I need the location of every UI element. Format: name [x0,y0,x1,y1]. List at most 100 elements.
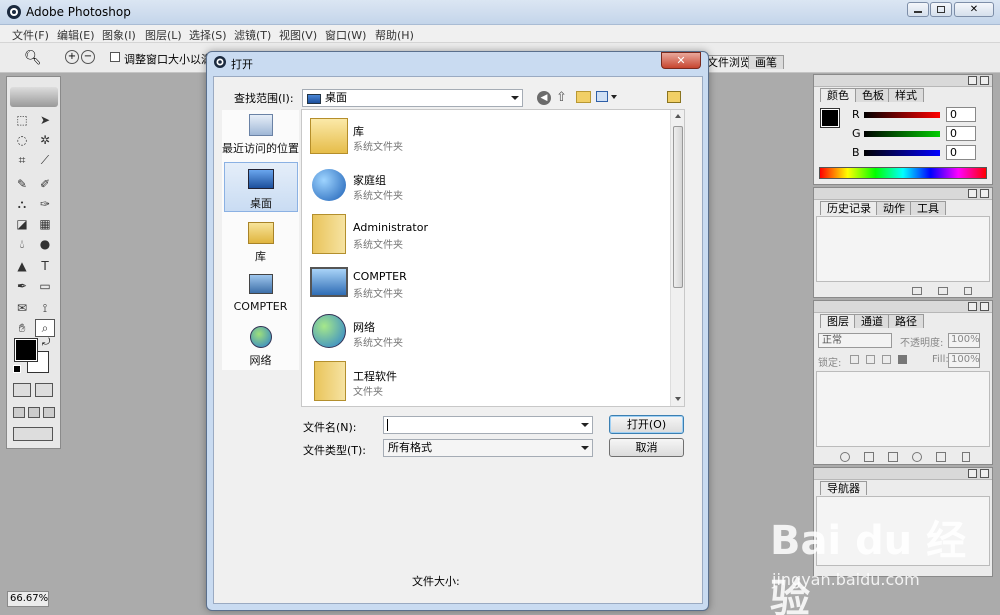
trash-icon[interactable] [964,287,972,295]
file-item[interactable]: 网络 系统文件夹 [306,310,666,356]
restore-button[interactable] [930,2,952,17]
fill-field[interactable]: 100% [948,353,980,368]
tab-swatches[interactable]: 色板 [855,88,891,102]
menu-layer[interactable]: 图层(L) [145,27,182,43]
zoom-out-icon[interactable]: − [81,50,95,64]
close-button[interactable]: ✕ [954,2,994,17]
brush-tool-icon[interactable]: ✐ [35,175,55,193]
healing-brush-tool-icon[interactable]: ✎ [12,175,32,193]
magic-wand-tool-icon[interactable]: ✲ [35,131,55,149]
place-desktop[interactable]: 桌面 [224,162,298,212]
gradient-tool-icon[interactable]: ▦ [35,215,55,233]
type-tool-icon[interactable]: T [35,257,55,275]
lock-image-icon[interactable] [866,355,875,364]
channel-g-track[interactable] [864,131,940,137]
cancel-button[interactable]: 取消 [609,438,684,457]
dodge-tool-icon[interactable]: ● [35,235,55,253]
menu-help[interactable]: 帮助(H) [375,27,414,43]
panel-minimize-button[interactable] [968,469,977,478]
tab-layers[interactable]: 图层 [820,314,856,328]
delete-layer-icon[interactable] [962,452,970,462]
tab-channels[interactable]: 通道 [854,314,890,328]
eyedropper-tool-icon[interactable]: ⟟ [35,299,55,317]
filename-input[interactable] [383,416,593,434]
new-layer-icon[interactable] [936,452,946,462]
adjustment-layer-icon[interactable] [912,452,922,462]
clone-stamp-tool-icon[interactable]: ⛬ [12,195,32,213]
slice-tool-icon[interactable]: ⟋ [35,151,55,169]
pen-tool-icon[interactable]: ✒ [12,277,32,295]
screen-mode-standard-icon[interactable] [13,407,25,418]
foreground-color-swatch[interactable] [14,338,38,362]
menu-image[interactable]: 图象(I) [102,27,136,43]
scrollbar-thumb[interactable] [673,126,683,288]
zoom-tool-icon[interactable]: ⌕ [35,319,55,337]
scroll-down-arrow[interactable] [675,397,681,401]
new-set-icon[interactable] [888,452,898,462]
channel-r-field[interactable]: 0 [946,107,976,122]
tab-paths[interactable]: 路径 [888,314,924,328]
screen-mode-full-menu-icon[interactable] [28,407,40,418]
view-menu-icon[interactable] [596,91,618,103]
menu-edit[interactable]: 编辑(E) [57,27,95,43]
dialog-close-button[interactable]: ✕ [661,52,701,69]
filetype-select[interactable]: 所有格式 [383,439,593,457]
layer-mask-icon[interactable] [864,452,874,462]
zoom-tool-icon[interactable]: 🔍︎ [24,50,42,66]
panel-close-button[interactable] [980,302,989,311]
panel-close-button[interactable] [980,189,989,198]
file-item[interactable]: 库 系统文件夹 [306,114,666,160]
tab-actions[interactable]: 动作 [876,201,912,215]
move-tool-icon[interactable]: ➤ [35,111,55,129]
panel-close-button[interactable] [980,469,989,478]
swap-colors-icon[interactable]: ⤾ [42,337,50,348]
quick-mask-mode-icon[interactable] [35,383,53,397]
eraser-tool-icon[interactable]: ◪ [12,215,32,233]
panel-minimize-button[interactable] [968,76,977,85]
shape-tool-icon[interactable]: ▭ [35,277,55,295]
new-snapshot-icon[interactable] [912,287,922,295]
panel-minimize-button[interactable] [968,302,977,311]
marquee-tool-icon[interactable]: ⬚ [12,111,32,129]
layer-style-icon[interactable] [840,452,850,462]
menu-select[interactable]: 选择(S) [189,27,227,43]
standard-mode-icon[interactable] [13,383,31,397]
zoom-in-icon[interactable]: + [65,50,79,64]
file-item[interactable]: 家庭组 系统文件夹 [306,163,666,209]
place-computer[interactable]: COMPTER [222,274,299,319]
menu-window[interactable]: 窗口(W) [325,27,366,43]
tab-brushes[interactable]: 画笔 [748,55,784,69]
crop-tool-icon[interactable]: ⌗ [12,151,32,169]
blur-tool-icon[interactable]: 💧︎ [12,235,32,253]
look-in-select[interactable]: 桌面 [302,89,523,107]
lasso-tool-icon[interactable]: ◌ [12,131,32,149]
channel-g-field[interactable]: 0 [946,126,976,141]
minimize-button[interactable] [907,2,929,17]
opacity-field[interactable]: 100% [948,333,980,348]
back-icon[interactable]: ◀ [537,91,551,105]
screen-mode-full-icon[interactable] [43,407,55,418]
notes-tool-icon[interactable]: ✉ [12,299,32,317]
desktop-folder-icon[interactable] [667,91,681,103]
file-item[interactable]: 工程软件 文件夹 [306,359,666,405]
menu-filter[interactable]: 滤镜(T) [234,27,271,43]
open-button[interactable]: 打开(O) [609,415,684,434]
tab-tool-presets[interactable]: 工具 [910,201,946,215]
blend-mode-select[interactable]: 正常 [818,333,892,348]
file-list-scrollbar[interactable] [670,110,684,406]
file-item[interactable]: Administrator 系统文件夹 [306,212,666,258]
new-folder-icon[interactable] [576,91,591,103]
tab-history[interactable]: 历史记录 [820,201,878,215]
jump-to-imageready-icon[interactable] [13,427,53,441]
adobe-online-icon[interactable] [10,87,58,107]
menu-file[interactable]: 文件(F) [12,27,49,43]
color-spectrum-bar[interactable] [819,167,987,179]
place-recent[interactable]: 最近访问的位置 [222,114,299,159]
zoom-level-field[interactable]: 66.67% [7,591,49,607]
file-item[interactable]: COMPTER 系统文件夹 [306,261,666,307]
channel-r-track[interactable] [864,112,940,118]
lock-position-icon[interactable] [882,355,891,364]
lock-all-icon[interactable] [898,355,907,364]
hand-tool-icon[interactable]: ✋︎ [12,319,32,337]
camera-icon[interactable] [938,287,948,295]
